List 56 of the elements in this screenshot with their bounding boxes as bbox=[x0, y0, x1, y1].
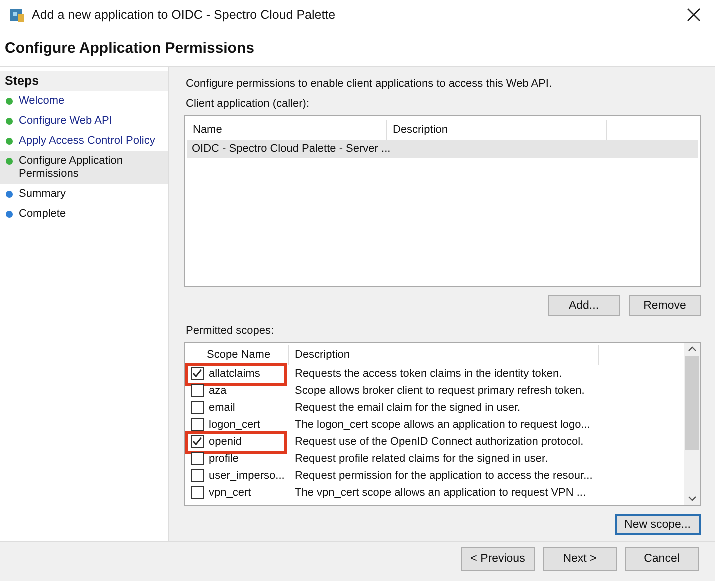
checkbox[interactable] bbox=[191, 435, 204, 448]
client-row[interactable]: OIDC - Spectro Cloud Palette - Server ... bbox=[187, 140, 698, 158]
new-scope-button[interactable]: New scope... bbox=[614, 514, 701, 535]
step-item[interactable]: Complete bbox=[0, 204, 168, 224]
step-label: Configure Web API bbox=[19, 115, 112, 128]
scope-description: The vpn_cert scope allows an application to request VPN ... bbox=[294, 486, 588, 498]
step-label: Complete bbox=[19, 208, 66, 221]
scope-name: aza bbox=[208, 384, 227, 396]
scope-description: Request the email claim for the signed in user. bbox=[294, 402, 522, 414]
scope-description: Request profile related claims for the signed in user. bbox=[294, 452, 550, 464]
step-item[interactable]: Apply Access Control Policy bbox=[0, 131, 168, 151]
scope-list[interactable] bbox=[184, 342, 701, 506]
step-label: Apply Access Control Policy bbox=[19, 135, 156, 148]
step-label: Welcome bbox=[19, 95, 65, 108]
step-label: Summary bbox=[19, 188, 66, 201]
checkbox[interactable] bbox=[191, 418, 204, 431]
checkbox[interactable] bbox=[191, 401, 204, 414]
scrollbar[interactable] bbox=[684, 343, 700, 505]
scope-description: Requests the access token claims in the identity token. bbox=[294, 368, 564, 380]
checkbox[interactable] bbox=[191, 367, 204, 380]
scroll-up-icon[interactable] bbox=[688, 346, 696, 352]
scope-name: email bbox=[208, 402, 236, 414]
scope-description: Scope allows broker client to request primary refresh token. bbox=[294, 384, 586, 396]
wizard-button[interactable]: Cancel bbox=[625, 546, 699, 570]
scope-description: Request use of the OpenID Connect authorization protocol. bbox=[294, 436, 585, 448]
scope-description: Request permission for the application to access the resour... bbox=[294, 470, 594, 482]
page-heading: Configure Application Permissions bbox=[5, 40, 254, 57]
checkbox[interactable] bbox=[191, 384, 204, 397]
scopes-label: Permitted scopes: bbox=[185, 325, 276, 337]
client-list[interactable]: Name Description OIDC - Spectro Cloud Palette - Server ... bbox=[184, 115, 701, 287]
intro-text: Configure permissions to enable client applications to access this Web API. bbox=[185, 78, 554, 90]
scope-description: The logon_cert scope allows an application to request logo... bbox=[294, 418, 592, 430]
wizard-button[interactable]: < Previous bbox=[461, 546, 535, 570]
steps-title: Steps bbox=[0, 71, 168, 91]
application-icon bbox=[8, 6, 26, 24]
checkbox[interactable] bbox=[191, 452, 204, 465]
dialog-button[interactable]: Add... bbox=[548, 295, 620, 316]
checkbox[interactable] bbox=[191, 486, 204, 499]
scope-name: vpn_cert bbox=[208, 486, 252, 498]
step-item[interactable]: Welcome bbox=[0, 91, 168, 111]
client-label: Client application (caller): bbox=[185, 98, 310, 110]
scope-name: logon_cert bbox=[208, 418, 260, 430]
scope-name: openid bbox=[208, 436, 242, 448]
close-icon[interactable] bbox=[687, 8, 701, 22]
scope-name: profile bbox=[208, 452, 239, 464]
window-title: Add a new application to OIDC - Spectro Cloud Palette bbox=[32, 8, 337, 22]
wizard-button[interactable]: Next > bbox=[543, 546, 617, 570]
checkbox[interactable] bbox=[191, 469, 204, 482]
scroll-down-icon[interactable] bbox=[688, 496, 696, 502]
step-label: Configure Application Permissions bbox=[19, 155, 124, 181]
scope-name: allatclaims bbox=[208, 368, 260, 380]
step-item[interactable]: Summary bbox=[0, 184, 168, 204]
step-item[interactable]: Configure Web API bbox=[0, 111, 168, 131]
scope-name: user_imperso... bbox=[208, 470, 285, 482]
step-item[interactable]: Configure Application Permissions bbox=[0, 151, 168, 184]
dialog-button[interactable]: Remove bbox=[629, 295, 701, 316]
